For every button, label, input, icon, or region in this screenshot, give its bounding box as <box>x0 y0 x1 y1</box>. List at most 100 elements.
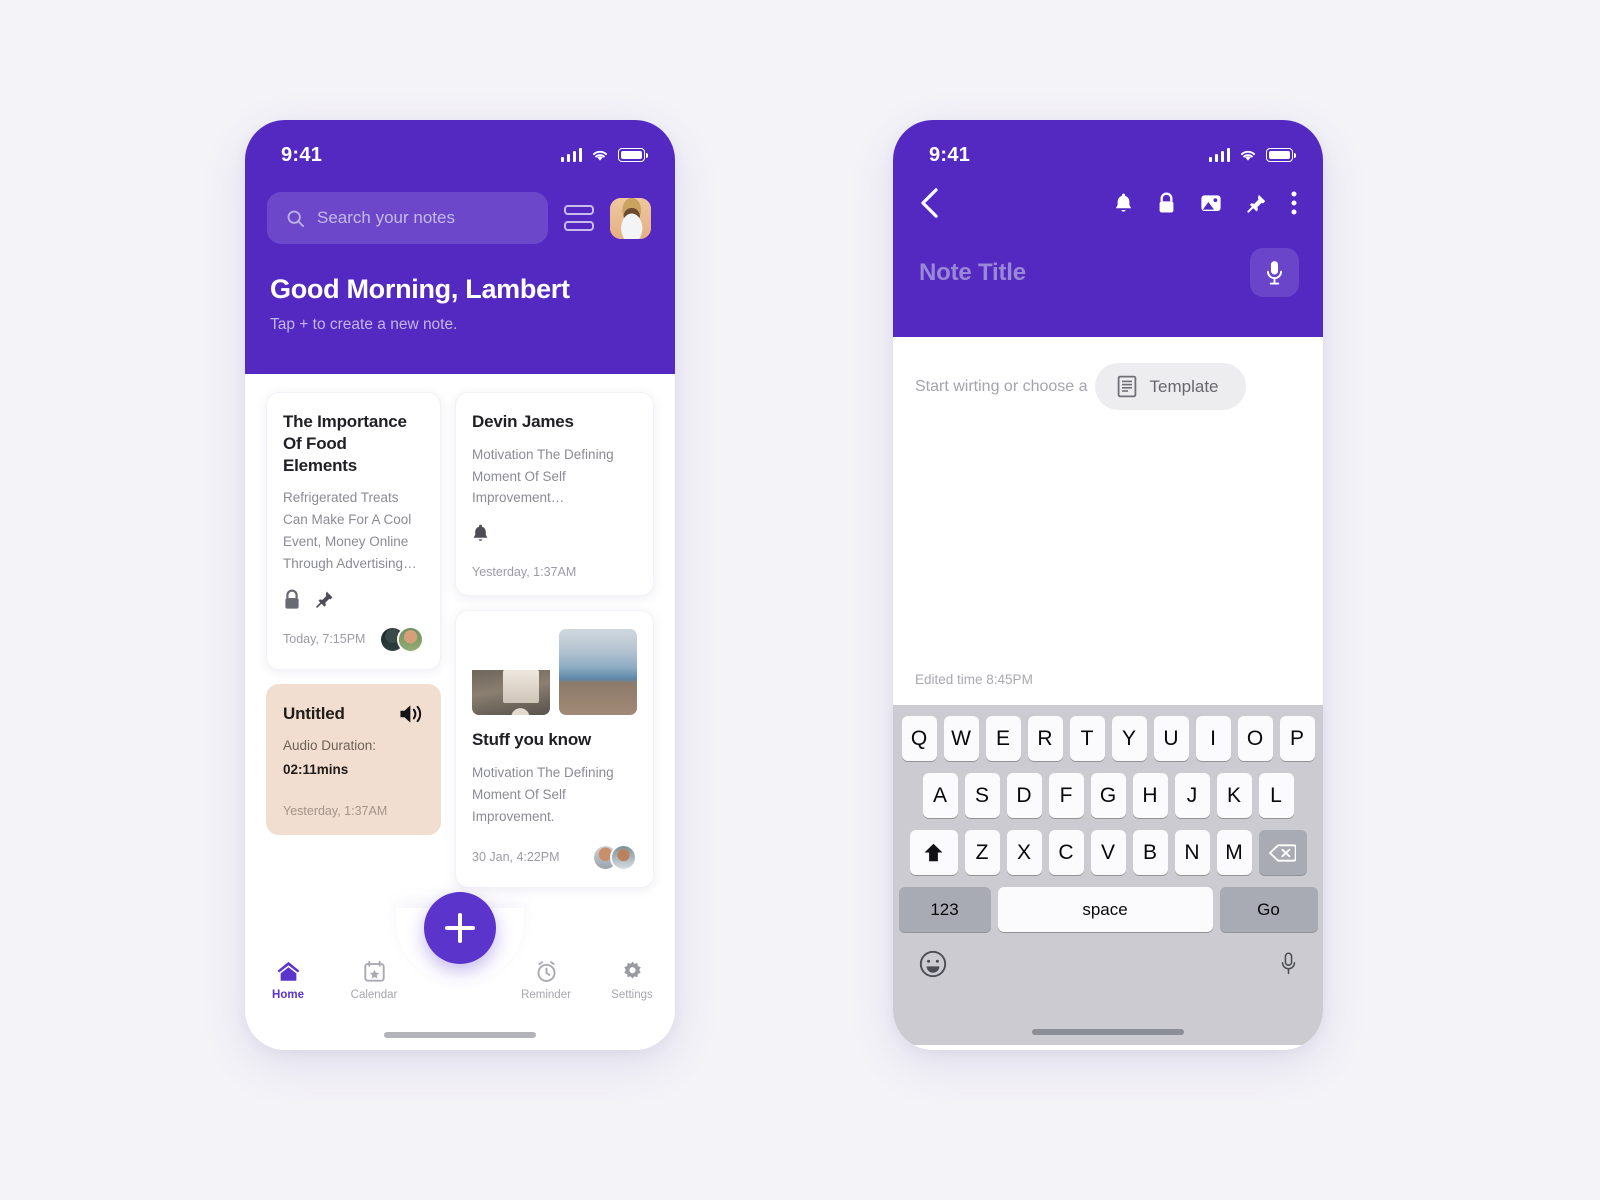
note-title: Devin James <box>472 412 574 431</box>
key-D[interactable]: D <box>1006 773 1042 818</box>
editor-header: 9:41 Note Title <box>893 120 1323 337</box>
bell-icon[interactable] <box>1114 192 1133 214</box>
note-card-untitled-audio[interactable]: Untitled Audio Duration: 02:11mins Yeste… <box>266 683 441 836</box>
back-chevron-icon[interactable] <box>919 188 940 218</box>
audio-duration-value: 02:11mins <box>283 761 349 777</box>
key-R[interactable]: R <box>1027 716 1063 761</box>
key-J[interactable]: J <box>1174 773 1210 818</box>
tab-label: Home <box>272 989 304 1001</box>
gear-icon <box>623 961 641 979</box>
space-key[interactable]: space <box>997 887 1213 932</box>
key-S[interactable]: S <box>964 773 1000 818</box>
audio-duration-label: Audio Duration: <box>283 737 377 753</box>
page-title: Good Morning, Lambert <box>270 274 570 304</box>
note-card-stuff-you-know[interactable]: Stuff you know Motivation The Defining M… <box>455 610 654 888</box>
home-indicator <box>384 1032 536 1038</box>
return-key[interactable]: Go <box>1219 887 1318 932</box>
dictation-microphone-icon[interactable] <box>1280 951 1297 977</box>
key-M[interactable]: M <box>1216 830 1252 875</box>
document-icon <box>1117 375 1136 398</box>
key-Z[interactable]: Z <box>964 830 1000 875</box>
list-view-icon[interactable] <box>564 205 594 231</box>
battery-icon <box>618 148 648 162</box>
status-icons <box>560 148 648 162</box>
key-V[interactable]: V <box>1090 830 1126 875</box>
search-input[interactable]: Search your notes <box>267 192 548 244</box>
key-E[interactable]: E <box>985 716 1021 761</box>
note-footer: 30 Jan, 4:22PM <box>472 843 637 871</box>
page-subtitle: Tap + to create a new note. <box>270 316 458 333</box>
phone-home-screen: 9:41 Search your notes Good Morning, Lam… <box>245 120 675 1050</box>
key-Y[interactable]: Y <box>1111 716 1147 761</box>
template-button[interactable]: Template <box>1094 363 1246 410</box>
bottom-navigation: Home Calendar Reminder Settings <box>245 892 675 1050</box>
key-P[interactable]: P <box>1279 716 1315 761</box>
backspace-icon <box>1269 843 1296 862</box>
tab-label: Reminder <box>521 989 571 1001</box>
keyboard-row-1: Q W E R T Y U I O P <box>897 716 1319 761</box>
key-H[interactable]: H <box>1132 773 1168 818</box>
key-F[interactable]: F <box>1048 773 1084 818</box>
edited-timestamp: Edited time 8:45PM <box>915 672 1033 687</box>
key-Q[interactable]: Q <box>901 716 937 761</box>
key-G[interactable]: G <box>1090 773 1126 818</box>
note-title: Stuff you know <box>472 730 592 750</box>
editor-body[interactable]: Start wirting or choose a Template Edite… <box>893 337 1323 705</box>
numbers-key[interactable]: 123 <box>898 887 991 932</box>
tab-label: Calendar <box>350 989 398 1001</box>
key-L[interactable]: L <box>1258 773 1294 818</box>
pin-icon[interactable] <box>1246 193 1267 214</box>
key-T[interactable]: T <box>1069 716 1105 761</box>
shift-key[interactable] <box>909 830 958 875</box>
status-bar: 9:41 <box>893 120 1323 178</box>
user-avatar[interactable] <box>610 197 651 239</box>
thumbnail-sky-photo <box>559 629 637 716</box>
note-title: Untitled <box>283 703 345 723</box>
key-N[interactable]: N <box>1174 830 1210 875</box>
image-icon[interactable] <box>1200 192 1222 214</box>
tab-home[interactable]: Home <box>245 960 331 1001</box>
emoji-smiley-icon[interactable] <box>919 950 947 978</box>
microphone-icon <box>1267 260 1282 285</box>
status-icons <box>1208 148 1296 162</box>
home-indicator <box>1032 1029 1184 1035</box>
key-O[interactable]: O <box>1237 716 1273 761</box>
note-card-food-elements[interactable]: The Importance Of Food Elements Refriger… <box>266 392 441 670</box>
note-badges <box>472 523 637 543</box>
search-row: Search your notes <box>245 178 675 244</box>
tab-reminder[interactable]: Reminder <box>503 960 589 1001</box>
keyboard-bottom-bar <box>897 944 1319 978</box>
editor-title-row: Note Title <box>893 218 1323 337</box>
key-K[interactable]: K <box>1216 773 1252 818</box>
key-U[interactable]: U <box>1153 716 1189 761</box>
shift-up-icon <box>924 843 943 862</box>
greeting-block: Good Morning, Lambert Tap + to create a … <box>245 244 675 334</box>
add-note-button[interactable] <box>424 892 496 964</box>
tab-settings[interactable]: Settings <box>589 960 675 1001</box>
calendar-icon <box>363 960 385 982</box>
key-I[interactable]: I <box>1195 716 1231 761</box>
note-excerpt: Motivation The Defining Moment Of Self I… <box>472 446 614 506</box>
note-title-input[interactable]: Note Title <box>919 259 1026 287</box>
key-W[interactable]: W <box>943 716 979 761</box>
voice-record-button[interactable] <box>1250 248 1299 297</box>
battery-icon <box>1266 148 1296 162</box>
avatar <box>397 625 424 653</box>
lock-icon[interactable] <box>1157 192 1176 214</box>
virtual-keyboard: Q W E R T Y U I O P A S D F G H J K L Z … <box>893 705 1323 1045</box>
phone-editor-screen: 9:41 Note Title Start wirting or choose … <box>893 120 1323 1050</box>
backspace-key[interactable] <box>1258 830 1307 875</box>
key-C[interactable]: C <box>1048 830 1084 875</box>
tab-calendar[interactable]: Calendar <box>331 960 417 1001</box>
notes-column-left: The Importance Of Food Elements Refriger… <box>266 392 441 888</box>
note-card-devin-james[interactable]: Devin James Motivation The Defining Mome… <box>455 392 654 597</box>
collaborator-avatars <box>379 625 424 653</box>
status-time: 9:41 <box>929 143 971 166</box>
key-B[interactable]: B <box>1132 830 1168 875</box>
notes-grid: The Importance Of Food Elements Refriger… <box>245 374 675 888</box>
speaker-icon[interactable] <box>399 703 424 725</box>
note-timestamp: Yesterday, 1:37AM <box>472 565 577 580</box>
key-A[interactable]: A <box>922 773 958 818</box>
more-vertical-icon[interactable] <box>1291 191 1297 215</box>
key-X[interactable]: X <box>1006 830 1042 875</box>
